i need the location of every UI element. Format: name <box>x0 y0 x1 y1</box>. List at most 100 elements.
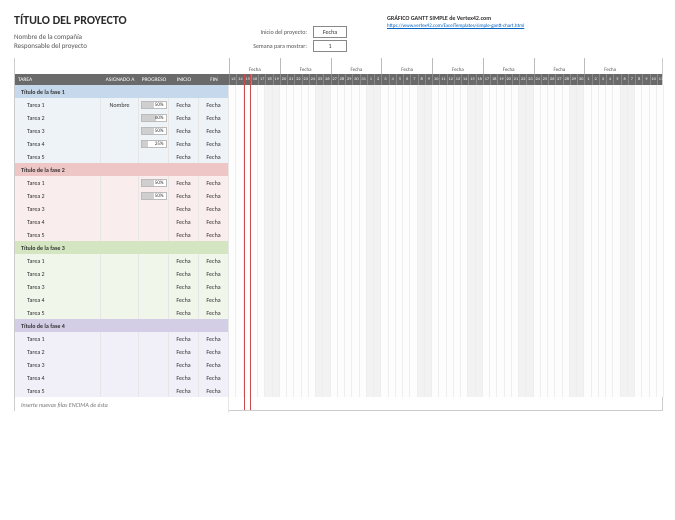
task-assigned[interactable] <box>101 150 139 163</box>
task-name[interactable]: Tarea 4 <box>15 293 101 306</box>
task-end[interactable]: Fecha <box>199 306 229 319</box>
task-start[interactable]: Fecha <box>169 189 199 202</box>
start-date-input[interactable]: Fecha <box>313 26 347 38</box>
task-assigned[interactable] <box>101 228 139 241</box>
task-start[interactable]: Fecha <box>169 228 199 241</box>
task-progress[interactable]: 25% <box>139 137 169 150</box>
task-progress[interactable] <box>139 254 169 267</box>
task-name[interactable]: Tarea 5 <box>15 228 101 241</box>
task-assigned[interactable] <box>101 111 139 124</box>
task-end[interactable]: Fecha <box>199 189 229 202</box>
week-to-show-input[interactable]: 1 <box>313 40 347 52</box>
task-progress[interactable] <box>139 293 169 306</box>
task-name[interactable]: Tarea 3 <box>15 280 101 293</box>
task-start[interactable]: Fecha <box>169 254 199 267</box>
task-name[interactable]: Tarea 3 <box>15 124 101 137</box>
task-name[interactable]: Tarea 4 <box>15 215 101 228</box>
task-start[interactable]: Fecha <box>169 137 199 150</box>
task-name[interactable]: Tarea 5 <box>15 384 101 397</box>
task-assigned[interactable] <box>101 371 139 384</box>
task-assigned[interactable] <box>101 215 139 228</box>
task-start[interactable]: Fecha <box>169 384 199 397</box>
task-assigned[interactable] <box>101 345 139 358</box>
task-start[interactable]: Fecha <box>169 111 199 124</box>
task-progress[interactable]: 50% <box>139 98 169 111</box>
task-progress[interactable]: 60% <box>139 111 169 124</box>
task-assigned[interactable]: Nombre <box>101 98 139 111</box>
task-end[interactable]: Fecha <box>199 280 229 293</box>
task-progress[interactable] <box>139 150 169 163</box>
task-end[interactable]: Fecha <box>199 137 229 150</box>
task-progress[interactable] <box>139 358 169 371</box>
task-end[interactable]: Fecha <box>199 345 229 358</box>
task-progress[interactable] <box>139 384 169 397</box>
task-end[interactable]: Fecha <box>199 176 229 189</box>
task-end[interactable]: Fecha <box>199 124 229 137</box>
task-name[interactable]: Tarea 2 <box>15 345 101 358</box>
task-start[interactable]: Fecha <box>169 371 199 384</box>
task-assigned[interactable] <box>101 124 139 137</box>
task-end[interactable]: Fecha <box>199 228 229 241</box>
task-start[interactable]: Fecha <box>169 202 199 215</box>
task-name[interactable]: Tarea 2 <box>15 267 101 280</box>
task-end[interactable]: Fecha <box>199 384 229 397</box>
task-start[interactable]: Fecha <box>169 280 199 293</box>
task-start[interactable]: Fecha <box>169 345 199 358</box>
task-progress[interactable] <box>139 267 169 280</box>
task-end[interactable]: Fecha <box>199 98 229 111</box>
task-assigned[interactable] <box>101 358 139 371</box>
task-name[interactable]: Tarea 1 <box>15 332 101 345</box>
task-progress[interactable]: 50% <box>139 124 169 137</box>
credit-link[interactable]: https://www.vertex42.com/ExcelTemplates/… <box>387 23 524 29</box>
task-name[interactable]: Tarea 1 <box>15 176 101 189</box>
task-end[interactable]: Fecha <box>199 332 229 345</box>
task-progress[interactable] <box>139 345 169 358</box>
task-progress[interactable]: 50% <box>139 176 169 189</box>
task-start[interactable]: Fecha <box>169 293 199 306</box>
task-name[interactable]: Tarea 1 <box>15 254 101 267</box>
task-start[interactable]: Fecha <box>169 98 199 111</box>
task-progress[interactable] <box>139 228 169 241</box>
task-assigned[interactable] <box>101 384 139 397</box>
task-progress[interactable] <box>139 280 169 293</box>
task-assigned[interactable] <box>101 293 139 306</box>
task-end[interactable]: Fecha <box>199 215 229 228</box>
task-start[interactable]: Fecha <box>169 215 199 228</box>
task-progress[interactable] <box>139 306 169 319</box>
task-start[interactable]: Fecha <box>169 358 199 371</box>
task-assigned[interactable] <box>101 280 139 293</box>
task-assigned[interactable] <box>101 189 139 202</box>
task-progress[interactable] <box>139 215 169 228</box>
task-assigned[interactable] <box>101 202 139 215</box>
task-assigned[interactable] <box>101 254 139 267</box>
task-assigned[interactable] <box>101 176 139 189</box>
task-progress[interactable]: 50% <box>139 189 169 202</box>
task-name[interactable]: Tarea 4 <box>15 371 101 384</box>
task-end[interactable]: Fecha <box>199 267 229 280</box>
task-assigned[interactable] <box>101 306 139 319</box>
task-end[interactable]: Fecha <box>199 254 229 267</box>
task-progress[interactable] <box>139 371 169 384</box>
task-start[interactable]: Fecha <box>169 267 199 280</box>
task-assigned[interactable] <box>101 267 139 280</box>
task-progress[interactable] <box>139 332 169 345</box>
task-assigned[interactable] <box>101 332 139 345</box>
task-name[interactable]: Tarea 3 <box>15 202 101 215</box>
task-start[interactable]: Fecha <box>169 150 199 163</box>
task-end[interactable]: Fecha <box>199 150 229 163</box>
task-end[interactable]: Fecha <box>199 371 229 384</box>
task-name[interactable]: Tarea 2 <box>15 111 101 124</box>
task-end[interactable]: Fecha <box>199 111 229 124</box>
task-name[interactable]: Tarea 5 <box>15 306 101 319</box>
task-name[interactable]: Tarea 2 <box>15 189 101 202</box>
task-progress[interactable] <box>139 202 169 215</box>
task-name[interactable]: Tarea 1 <box>15 98 101 111</box>
task-end[interactable]: Fecha <box>199 202 229 215</box>
task-start[interactable]: Fecha <box>169 306 199 319</box>
task-name[interactable]: Tarea 5 <box>15 150 101 163</box>
task-end[interactable]: Fecha <box>199 293 229 306</box>
task-name[interactable]: Tarea 4 <box>15 137 101 150</box>
task-start[interactable]: Fecha <box>169 332 199 345</box>
task-assigned[interactable] <box>101 137 139 150</box>
task-end[interactable]: Fecha <box>199 358 229 371</box>
